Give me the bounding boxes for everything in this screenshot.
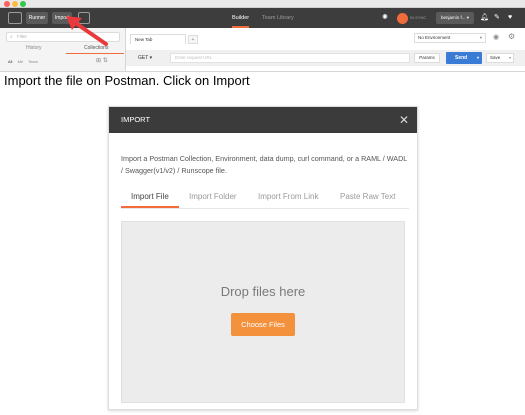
send-label: Send bbox=[455, 55, 468, 61]
minimize-window-icon[interactable] bbox=[12, 1, 18, 7]
chevron-down-icon[interactable]: ▾ bbox=[509, 54, 511, 62]
send-button[interactable]: Send ▾ bbox=[446, 52, 482, 64]
sync-status-label: IN SYNC bbox=[410, 15, 427, 20]
wrench-icon[interactable]: ✎ bbox=[494, 12, 500, 24]
save-button[interactable]: Save ▾ bbox=[486, 53, 514, 63]
toggle-sidebar-icon[interactable] bbox=[8, 12, 22, 24]
close-icon[interactable]: ✕ bbox=[399, 107, 409, 133]
drop-files-label: Drop files here bbox=[220, 284, 306, 299]
chevron-down-icon[interactable]: ▾ bbox=[477, 52, 479, 64]
page: Runner Import Builder Team Library ✺ IN … bbox=[0, 0, 525, 415]
params-button[interactable]: Params bbox=[414, 53, 440, 63]
url-bar: GET ▾ Enter request URL Params Send ▾ Sa… bbox=[126, 50, 525, 66]
tab-import-file[interactable]: Import File bbox=[131, 192, 169, 201]
add-tab-button[interactable]: + bbox=[188, 35, 198, 44]
tab-history[interactable]: History bbox=[26, 45, 42, 51]
dialog-header: IMPORT ✕ bbox=[109, 107, 417, 133]
tab-divider bbox=[121, 208, 409, 209]
close-window-icon[interactable] bbox=[4, 1, 10, 7]
environment-select[interactable]: No Environment ▾ bbox=[414, 33, 486, 43]
dialog-title: IMPORT bbox=[121, 115, 151, 124]
save-label: Save bbox=[490, 55, 501, 60]
dialog-description: Import a Postman Collection, Environment… bbox=[121, 154, 408, 175]
request-builder: New Tab + No Environment ▾ ◉ ⚙ GET ▾ Ent… bbox=[126, 28, 525, 71]
chevron-down-icon: ▾ bbox=[479, 35, 482, 40]
gear-icon[interactable]: ⚙ bbox=[508, 32, 515, 41]
search-icon: ⌕ bbox=[10, 34, 13, 40]
environment-value: No Environment bbox=[418, 35, 451, 40]
method-select[interactable]: GET ▾ bbox=[138, 53, 168, 63]
user-menu-button[interactable]: benjamin f... ▾ bbox=[436, 12, 474, 24]
tab-paste-raw-text[interactable]: Paste Raw Text bbox=[340, 192, 395, 201]
new-collection-icon[interactable]: ⊞ ⇅ bbox=[96, 57, 108, 64]
bell-icon[interactable]: 🔔︎ bbox=[480, 12, 489, 24]
interceptor-icon[interactable]: ✺ bbox=[382, 12, 392, 24]
choose-files-button[interactable]: Choose Files bbox=[231, 313, 295, 336]
sidebar-filter-options: All Me Team bbox=[8, 59, 42, 64]
method-value: GET bbox=[138, 55, 149, 61]
instruction-caption: Import the file on Postman. Click on Imp… bbox=[4, 73, 250, 88]
import-dialog: IMPORT ✕ Import a Postman Collection, En… bbox=[108, 106, 418, 410]
file-drop-zone[interactable]: Drop files here Choose Files bbox=[121, 221, 405, 403]
tab-import-from-link[interactable]: Import From Link bbox=[258, 192, 318, 201]
tab-team-library[interactable]: Team Library bbox=[262, 8, 294, 28]
filter-placeholder: Filter bbox=[17, 34, 27, 39]
window-titlebar bbox=[0, 0, 525, 8]
heart-icon[interactable]: ♥ bbox=[508, 12, 512, 24]
sync-status-icon[interactable] bbox=[397, 13, 408, 24]
filter-me[interactable]: Me bbox=[18, 59, 24, 64]
request-tab[interactable]: New Tab bbox=[130, 34, 186, 44]
eye-icon[interactable]: ◉ bbox=[493, 33, 499, 41]
filter-all[interactable]: All bbox=[8, 59, 12, 64]
zoom-window-icon[interactable] bbox=[20, 1, 26, 7]
url-input[interactable]: Enter request URL bbox=[170, 53, 410, 63]
active-tab-indicator bbox=[66, 53, 124, 54]
postman-app-window: Runner Import Builder Team Library ✺ IN … bbox=[0, 0, 525, 72]
filter-team[interactable]: Team bbox=[28, 59, 38, 64]
red-arrow-annotation bbox=[66, 16, 108, 46]
tab-import-folder[interactable]: Import Folder bbox=[189, 192, 237, 201]
tab-builder[interactable]: Builder bbox=[232, 8, 250, 28]
runner-button[interactable]: Runner bbox=[26, 12, 48, 24]
